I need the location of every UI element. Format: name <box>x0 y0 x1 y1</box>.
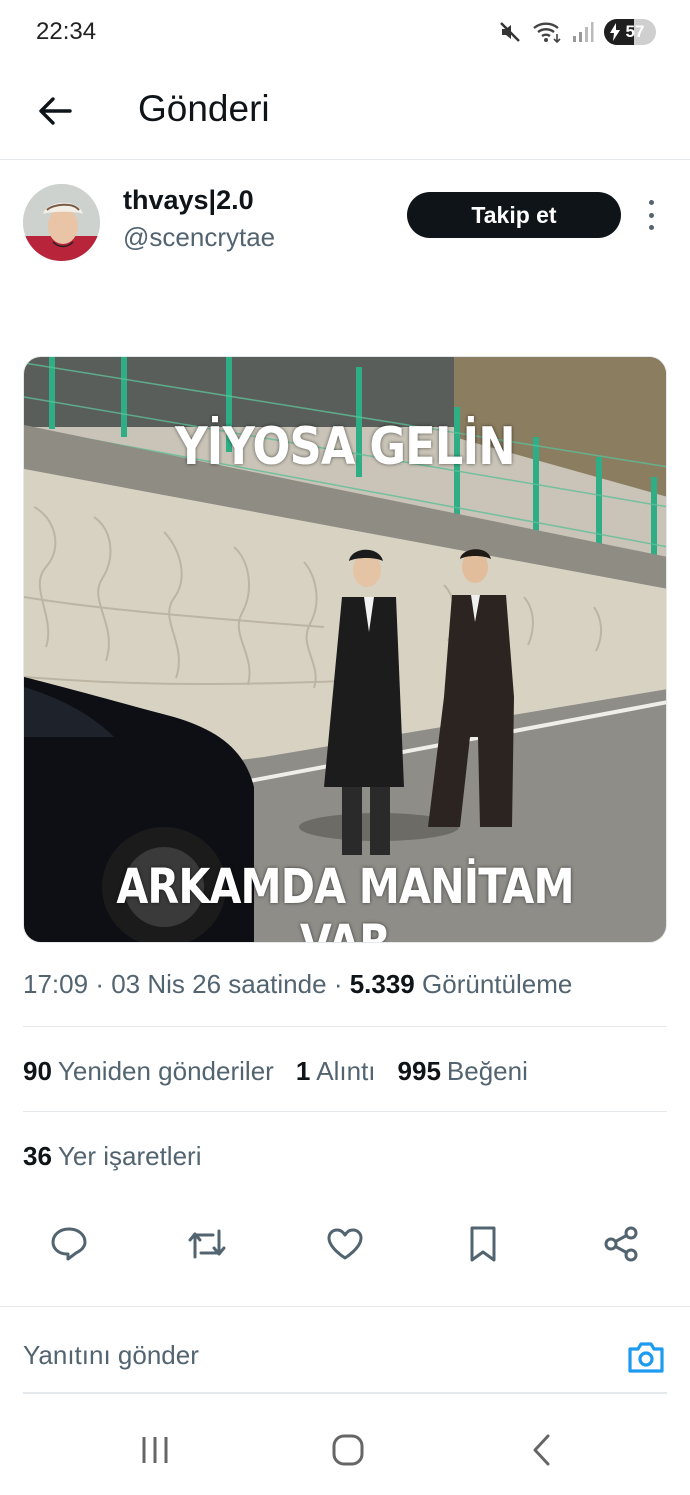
share-button[interactable] <box>598 1221 644 1267</box>
status-bar: 22:34 57 <box>0 0 690 64</box>
wifi-icon <box>532 20 562 44</box>
reply-button[interactable] <box>46 1221 92 1267</box>
more-vertical-icon <box>648 200 654 205</box>
top-app-bar: Gönderi <box>0 64 690 160</box>
repost-button[interactable] <box>184 1221 230 1267</box>
meme-top-caption: YİYOSA GELİN <box>175 417 516 477</box>
post-date: 03 Nis 26 saatinde <box>111 969 327 999</box>
home-icon <box>332 1434 364 1466</box>
meme-bottom-caption: ARKAMDA MANİTAM VAR <box>116 859 574 943</box>
bookmarks-stat[interactable]: 36 Yer işaretleri <box>23 1141 201 1172</box>
more-options-button[interactable] <box>640 200 662 230</box>
divider <box>23 1111 667 1112</box>
bookmark-button[interactable] <box>460 1221 506 1267</box>
mute-icon <box>498 20 522 44</box>
home-button[interactable] <box>326 1428 370 1472</box>
quotes-stat[interactable]: 1 Alıntı <box>296 1056 376 1087</box>
post-actions <box>23 1215 667 1271</box>
reposts-stat[interactable]: 90 Yeniden gönderiler <box>23 1056 274 1087</box>
battery-level: 57 <box>625 22 645 41</box>
status-time: 22:34 <box>36 18 97 45</box>
reply-composer <box>23 1320 667 1394</box>
like-icon <box>327 1228 363 1260</box>
bookmark-icon <box>470 1226 496 1262</box>
follow-button[interactable]: Takip et <box>407 192 621 238</box>
signal-icon <box>572 21 594 43</box>
bookmarks-row: 36 Yer işaretleri <box>23 1141 201 1172</box>
post-media-image[interactable]: YİYOSA GELİN ARKAMDA MANİTAM VAR <box>23 356 667 943</box>
recent-apps-icon <box>142 1437 168 1463</box>
repost-icon <box>188 1229 226 1259</box>
share-icon <box>604 1226 638 1262</box>
divider <box>0 1306 690 1307</box>
likes-stat[interactable]: 995 Beğeni <box>398 1056 528 1087</box>
post-meta: 17:09 · 03 Nis 26 saatinde · 5.339 Görün… <box>23 969 573 999</box>
recent-apps-button[interactable] <box>133 1428 177 1472</box>
like-button[interactable] <box>322 1221 368 1267</box>
back-icon <box>533 1434 550 1466</box>
post-time: 17:09 <box>23 969 89 999</box>
user-handle[interactable]: @scencrytae <box>123 222 275 253</box>
status-icons: 57 <box>498 16 656 48</box>
engagement-stats: 90 Yeniden gönderiler 1 Alıntı 995 Beğeni <box>23 1056 528 1087</box>
views-count: 5.339 <box>349 969 415 999</box>
back-button[interactable] <box>30 86 80 136</box>
divider <box>23 1026 667 1027</box>
battery-icon: 57 <box>604 19 656 45</box>
reply-icon <box>51 1227 87 1261</box>
system-nav-bar <box>0 1400 690 1495</box>
camera-icon <box>628 1342 664 1373</box>
arrow-left-icon <box>39 97 72 125</box>
system-back-button[interactable] <box>519 1428 563 1472</box>
camera-button[interactable] <box>625 1336 667 1378</box>
reply-input[interactable] <box>23 1340 583 1371</box>
display-name[interactable]: thvays|2.0 <box>123 185 254 216</box>
avatar[interactable] <box>23 184 100 261</box>
page-title: Gönderi <box>138 88 270 129</box>
views-label: Görüntüleme <box>422 969 573 999</box>
